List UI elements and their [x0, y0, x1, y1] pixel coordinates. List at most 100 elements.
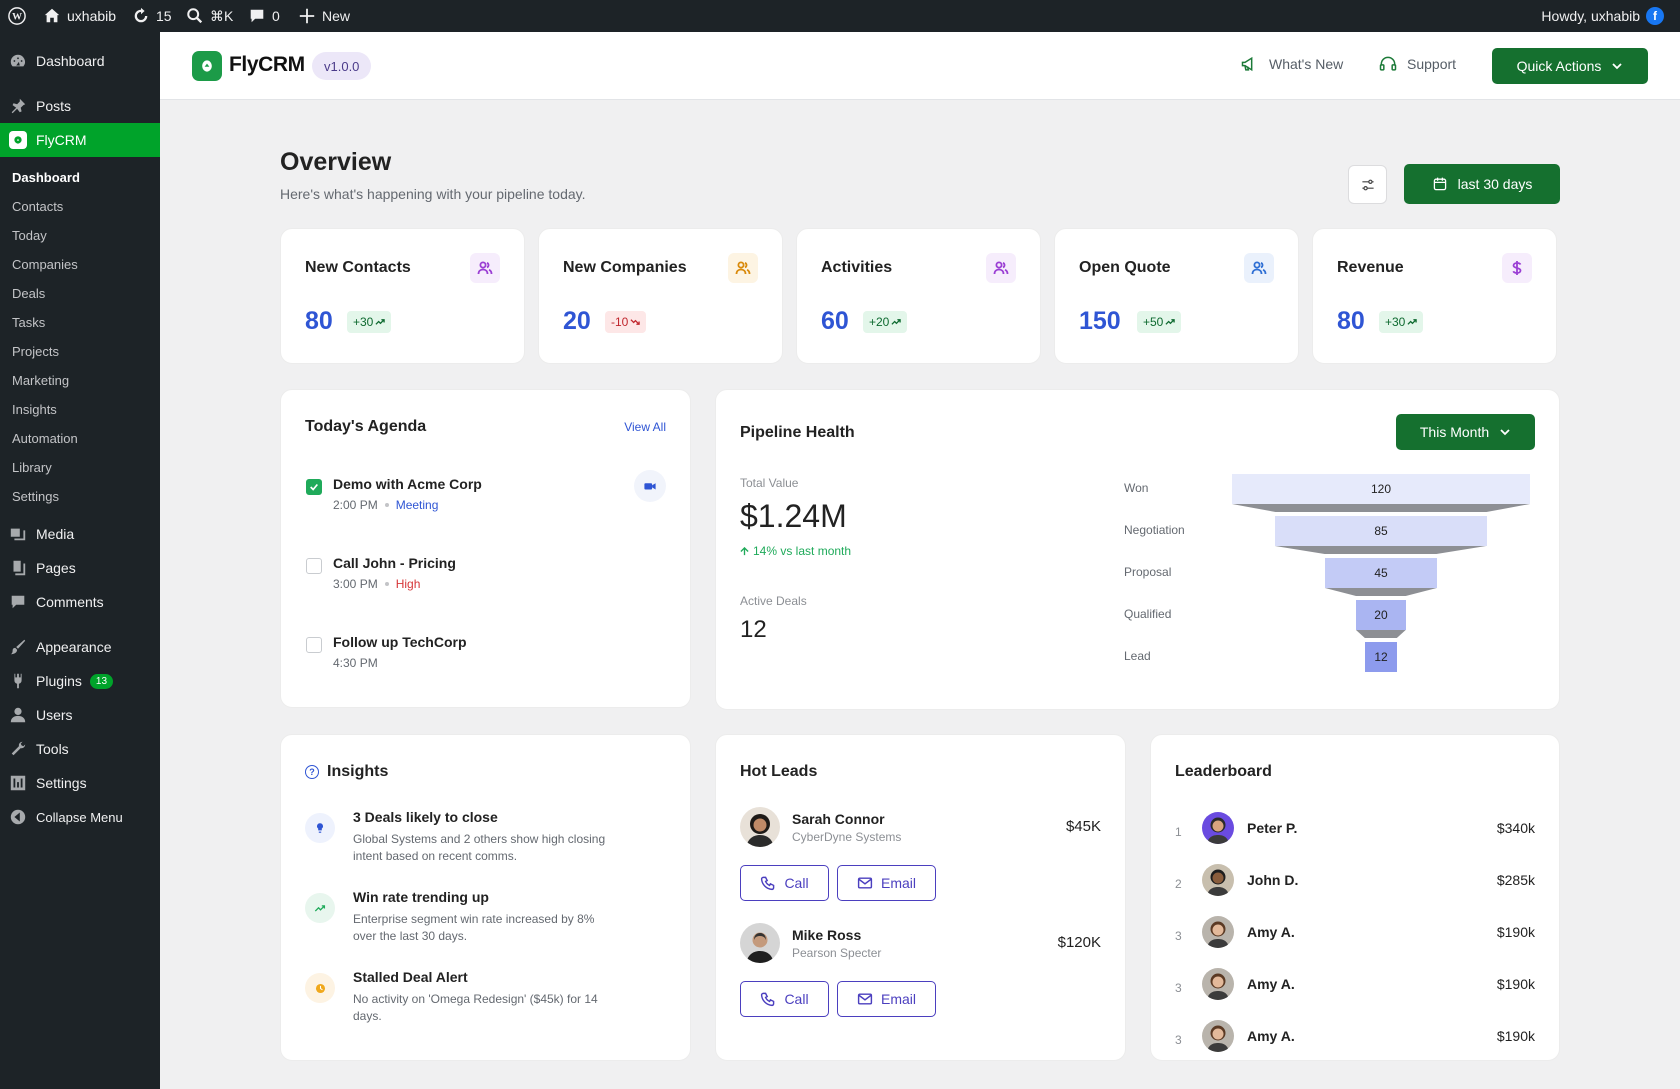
collapse-menu-button[interactable]: Collapse Menu — [0, 800, 160, 834]
wordpress-logo-icon[interactable]: W — [8, 0, 26, 32]
menu-media-label: Media — [36, 526, 75, 542]
menu-pages[interactable]: Pages — [0, 551, 160, 585]
menu-appearance[interactable]: Appearance — [0, 630, 160, 664]
agenda-checkbox-1[interactable] — [306, 479, 322, 495]
comments-link[interactable]: 0 — [248, 0, 280, 32]
menu-appearance-label: Appearance — [36, 639, 112, 655]
stat-card: Open Quote 150 +50 — [1054, 228, 1299, 364]
menu-tools[interactable]: Tools — [0, 732, 160, 766]
stat-label: Revenue — [1337, 259, 1404, 276]
menu-plugins[interactable]: Plugins 13 — [0, 664, 160, 698]
stat-delta: +50 — [1143, 315, 1164, 329]
insight-desc-2: Enterprise segment win rate increased by… — [353, 912, 595, 943]
funnel-value-label: 85 — [1374, 524, 1388, 538]
submenu-insights[interactable]: Insights — [12, 402, 57, 417]
menu-pages-label: Pages — [36, 560, 76, 576]
sliders-icon — [1361, 179, 1374, 190]
menu-comments[interactable]: Comments — [0, 585, 160, 619]
submenu-dashboard[interactable]: Dashboard — [12, 170, 80, 185]
menu-dashboard-label: Dashboard — [36, 53, 105, 69]
submenu-projects[interactable]: Projects — [12, 344, 59, 359]
collapse-menu-label: Collapse Menu — [36, 809, 123, 825]
search-icon — [187, 8, 203, 24]
trend-up-icon — [375, 317, 386, 327]
filter-button[interactable] — [1348, 165, 1387, 204]
video-call-button[interactable] — [634, 470, 666, 502]
submenu-library[interactable]: Library — [12, 460, 52, 475]
svg-text:W: W — [12, 12, 22, 23]
funnel-connector — [1275, 546, 1487, 554]
menu-media[interactable]: Media — [0, 517, 160, 551]
trend-down-icon — [630, 317, 641, 327]
stat-value: 80 — [1337, 307, 1365, 335]
help-circle-icon: ? — [305, 765, 319, 779]
funnel-stage-label: Won — [1124, 481, 1149, 495]
lead-call-button-1[interactable]: Call — [740, 865, 829, 901]
funnel-value-label: 20 — [1374, 608, 1388, 622]
agenda-item-meta-2: 3:00 PM High — [333, 577, 420, 591]
calendar-icon — [1433, 177, 1446, 191]
insight-title-3: Stalled Deal Alert — [353, 969, 468, 985]
funnel-bar: 20 — [1356, 600, 1406, 630]
stat-delta-badge: +30 — [1379, 311, 1424, 333]
trend-up-icon — [891, 317, 902, 327]
menu-posts[interactable]: Posts — [0, 89, 160, 123]
pages-icon — [13, 560, 26, 576]
submenu-today[interactable]: Today — [12, 228, 47, 243]
menu-flycrm[interactable]: FlyCRM — [0, 123, 160, 157]
stat-delta-badge: -10 — [605, 311, 647, 333]
submenu-contacts[interactable]: Contacts — [12, 199, 63, 214]
leaderboard-avatar — [1202, 968, 1234, 1000]
call-label: Call — [784, 875, 809, 891]
leaderboard-name: Amy A. — [1247, 976, 1295, 992]
funnel-bar: 45 — [1325, 558, 1437, 588]
lead-call-button-2[interactable]: Call — [740, 981, 829, 1017]
lead-amount-2: $120K — [1057, 934, 1101, 951]
menu-dashboard[interactable]: Dashboard — [0, 44, 160, 78]
insights-title: Insights — [327, 763, 389, 780]
collapse-arrow-icon — [10, 809, 26, 825]
agenda-checkbox-2[interactable] — [306, 558, 322, 574]
leaderboard-card: Leaderboard 1 Peter P. $340k 2 John D. $285k 3… — [1150, 734, 1560, 1061]
chevron-down-icon — [1612, 63, 1623, 70]
support-label: Support — [1407, 56, 1457, 72]
funnel-connector — [1325, 588, 1437, 596]
version-badge: v1.0.0 — [312, 52, 372, 80]
leaderboard-avatar — [1202, 1020, 1234, 1052]
new-content-link[interactable]: New — [298, 0, 350, 32]
lead-email-button-1[interactable]: Email — [837, 865, 936, 901]
flycrm-icon — [9, 131, 27, 149]
date-range-button[interactable]: last 30 days — [1404, 164, 1560, 204]
new-label: New — [322, 8, 351, 24]
home-icon — [44, 8, 60, 23]
menu-settings[interactable]: Settings — [0, 766, 160, 800]
updates-link[interactable]: 15 — [132, 0, 172, 32]
lightbulb-icon — [305, 813, 335, 843]
support-link[interactable]: Support — [1378, 54, 1456, 74]
quick-actions-label: Quick Actions — [1516, 58, 1602, 74]
submenu-tasks[interactable]: Tasks — [12, 315, 45, 330]
submenu-marketing[interactable]: Marketing — [12, 373, 69, 388]
stat-label: New Contacts — [305, 259, 411, 276]
submenu-companies[interactable]: Companies — [12, 257, 78, 272]
leaderboard-avatar — [1202, 812, 1234, 844]
stat-value: 80 — [305, 307, 333, 335]
lead-avatar-1 — [740, 807, 780, 847]
mail-icon — [857, 993, 873, 1005]
whats-new-link[interactable]: What's New — [1240, 54, 1343, 74]
quick-actions-button[interactable]: Quick Actions — [1492, 48, 1648, 84]
submenu-automation[interactable]: Automation — [12, 431, 78, 446]
user-icon — [10, 707, 26, 723]
stat-card: New Contacts 80 +30 — [280, 228, 525, 364]
submenu-settings[interactable]: Settings — [12, 489, 59, 504]
submenu-deals[interactable]: Deals — [12, 286, 45, 301]
agenda-checkbox-3[interactable] — [306, 637, 322, 653]
headset-icon — [1379, 56, 1397, 71]
search-shortcut[interactable]: ⌘K — [186, 0, 233, 32]
agenda-view-all-link[interactable]: View All — [624, 420, 666, 434]
lead-email-button-2[interactable]: Email — [837, 981, 936, 1017]
site-name-link[interactable]: uxhabib — [43, 0, 116, 32]
trend-up-icon — [305, 893, 335, 923]
my-account-link[interactable]: Howdy, uxhabib f — [1541, 0, 1664, 32]
menu-users[interactable]: Users — [0, 698, 160, 732]
